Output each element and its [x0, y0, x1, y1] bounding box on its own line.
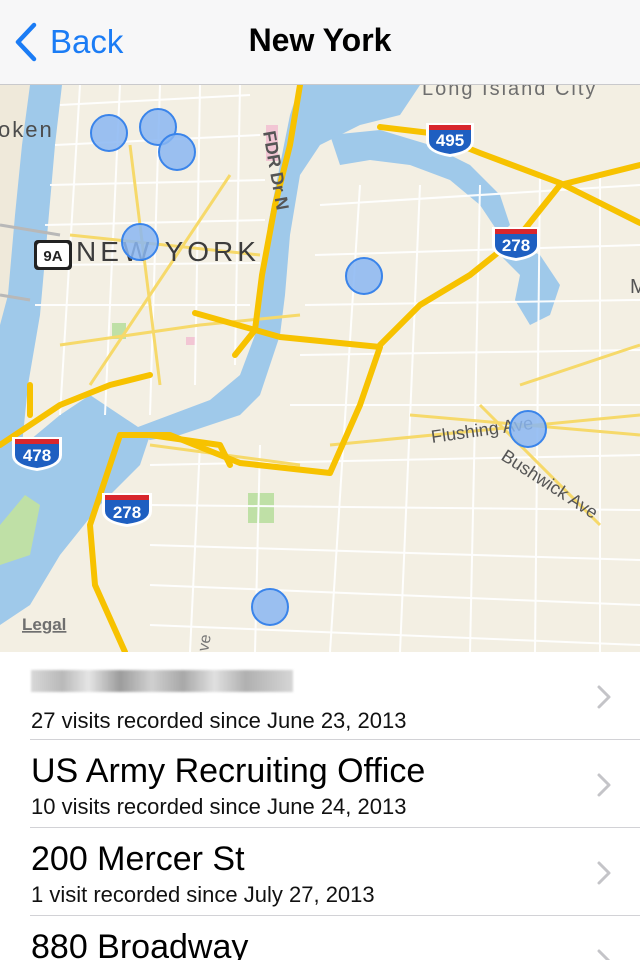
map-view[interactable]: Long Island City oken NEW YORK FDR Dr N …: [0, 85, 640, 652]
page-title: New York: [248, 22, 392, 58]
list-item-subtitle: 10 visits recorded since June 24, 2013: [31, 794, 407, 819]
navigation-bar: Back New York: [0, 0, 640, 85]
list-item[interactable]: 200 Mercer St 1 visit recorded since Jul…: [0, 828, 640, 916]
list-item-title: 880 Broadway: [31, 928, 249, 960]
svg-text:478: 478: [23, 446, 51, 465]
list-item-title: 200 Mercer St: [31, 840, 245, 878]
visits-list: 27 visits recorded since June 23, 2013 U…: [0, 652, 640, 960]
map-label-m-partial: M: [630, 276, 640, 298]
svg-text:278: 278: [502, 236, 530, 255]
map-canvas: Long Island City oken NEW YORK FDR Dr N …: [0, 85, 640, 652]
svg-text:9A: 9A: [43, 248, 62, 265]
visit-marker[interactable]: [158, 133, 196, 171]
map-label-ave-partial: ve: [195, 633, 215, 652]
visit-marker[interactable]: [251, 588, 289, 626]
chevron-right-icon: [597, 861, 611, 885]
map-label-hoboken: oken: [0, 117, 54, 142]
visit-marker[interactable]: [509, 410, 547, 448]
chevron-right-icon: [597, 685, 611, 709]
list-item[interactable]: 27 visits recorded since June 23, 2013: [0, 652, 640, 740]
svg-text:495: 495: [436, 131, 464, 150]
legal-link[interactable]: Legal: [22, 615, 66, 634]
map-label-new-york: NEW YORK: [76, 236, 260, 267]
visit-marker[interactable]: [121, 223, 159, 261]
chevron-right-icon: [597, 949, 611, 960]
redacted-title: [31, 670, 293, 692]
ny-9a-shield: 9A: [34, 240, 72, 270]
list-item[interactable]: 880 Broadway: [0, 916, 640, 960]
map-label-long-island-city: Long Island City: [422, 85, 597, 100]
list-item-subtitle: 27 visits recorded since June 23, 2013: [31, 708, 407, 733]
svg-text:278: 278: [113, 503, 141, 522]
visit-marker[interactable]: [345, 257, 383, 295]
visit-marker[interactable]: [90, 114, 128, 152]
list-item[interactable]: US Army Recruiting Office 10 visits reco…: [0, 740, 640, 828]
list-item-title: US Army Recruiting Office: [31, 752, 426, 790]
chevron-right-icon: [597, 773, 611, 797]
list-item-subtitle: 1 visit recorded since July 27, 2013: [31, 882, 375, 907]
